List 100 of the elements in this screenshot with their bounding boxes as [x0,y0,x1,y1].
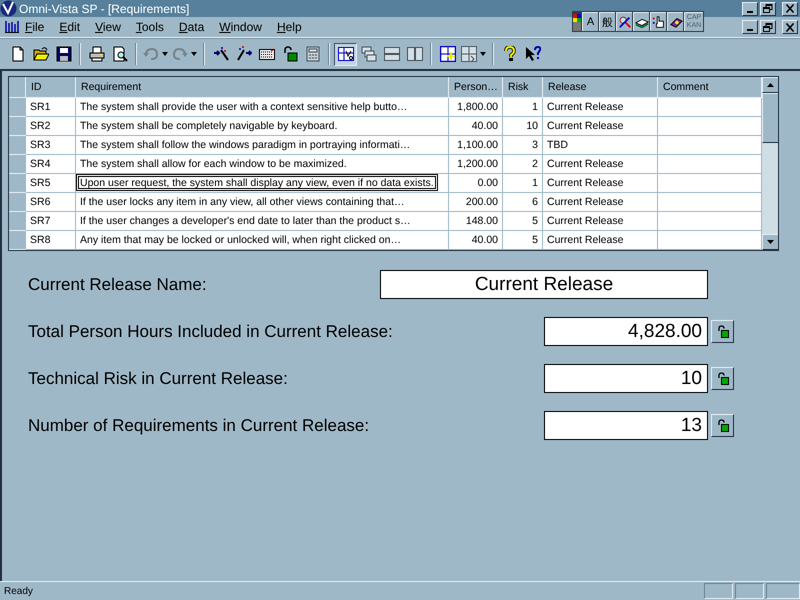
table-cell: Current Release [542,230,658,250]
number-field[interactable]: 13 [544,411,708,440]
restore-button[interactable] [760,20,776,34]
print-preview-icon [112,46,128,62]
table-cell: SR3 [26,136,76,154]
menu-item[interactable]: View [95,20,128,34]
number-field[interactable]: 4,828.00 [544,317,708,346]
column-header[interactable]: Release [542,77,658,98]
column-header[interactable]: ID [26,77,76,98]
number-field[interactable]: 10 [544,364,708,393]
close-button[interactable] [782,20,798,34]
field-label: Current Release Name: [28,274,208,294]
menu-item[interactable]: Window [219,20,269,34]
table-cell: 5 [502,230,542,250]
table-cell: The system shall allow for each window to be maximized. [76,154,448,174]
padlock-icon [716,372,728,385]
table-cell: The system shall provide the user with a context sensitive help butto… [76,98,448,116]
table-cell: If the user changes a developer's end date to later than the product s… [76,212,448,230]
ime-tool-button[interactable] [650,12,666,31]
table-cell: SR2 [26,116,76,136]
column-header[interactable]: Comment [658,77,762,98]
column-header[interactable]: Risk [502,77,542,98]
minimize-button[interactable] [742,20,758,34]
down-arrow-icon [767,240,774,244]
close-button[interactable] [782,2,798,16]
table-cell: If the user locks any item in any view, all other views containing that… [76,192,448,212]
table-cell: Current Release [542,212,658,230]
scroll-down-button[interactable] [762,234,778,250]
context-help-icon [524,46,540,62]
caret-icon [162,52,168,56]
magic-wand-icon [236,46,252,62]
table-cell: 1 [502,174,542,192]
ime-tool-button[interactable] [616,12,632,31]
column-header[interactable]: Person… [448,77,502,98]
minimize-icon [747,29,753,31]
table-cell: 40.00 [448,230,502,250]
field-label: Number of Requirements in Current Release: [28,416,370,436]
table-cell: The system shall be completely navigable by keyboard. [76,116,448,136]
text-field[interactable]: Current Release [380,270,708,299]
table-cell: TBD [542,136,658,154]
scrollbar-thumb[interactable] [762,93,778,143]
table-cell: Current Release [542,98,658,116]
menu-item[interactable]: Help [276,20,309,34]
undo-arrow-icon [143,46,159,62]
ime-mode-button[interactable]: A [582,12,598,31]
menu-item[interactable]: Data [178,20,212,34]
menu-item[interactable]: Edit [59,20,88,34]
window-title: Omni-Vista SP - [Requirements] [19,2,190,16]
caret-icon [191,52,197,56]
table-cell: SR7 [26,212,76,230]
table-cell: 6 [502,192,542,212]
scrollbar[interactable] [762,77,778,250]
add-grid-icon [440,46,456,62]
redo-arrow-icon [172,46,188,62]
edit-field[interactable]: Upon user request, the system shall display any view, even if no data exists. [76,174,438,191]
lock-button[interactable] [711,367,734,390]
table-cell: The system shall follow the windows paradigm in portraying informati… [76,136,448,154]
vertical-tiles-icon [406,46,422,62]
restore-button[interactable] [760,2,776,16]
table-cell: 200.00 [448,192,502,212]
cascade-windows-icon [360,46,376,62]
caret-icon [480,52,486,56]
status-panel [766,583,800,599]
hand-pointer-icon [652,15,666,29]
up-arrow-icon [767,83,774,87]
bar-chart-icon[interactable] [5,21,19,33]
table-cell: 2 [502,154,542,174]
menu-item[interactable]: Tools [136,20,171,34]
ime-tool-button[interactable] [667,12,683,31]
table-cell: 10 [502,116,542,136]
scroll-up-button[interactable] [762,77,778,93]
table-cell: 1 [502,98,542,116]
open-folder-icon [32,46,48,62]
lock-button[interactable] [711,320,734,343]
menu-item[interactable]: File [25,20,52,34]
padlock-icon [282,46,298,62]
book-icon [668,15,682,29]
grid-layout-icon [338,46,354,62]
table-cell: SR1 [26,98,76,116]
minimize-button[interactable] [742,2,758,16]
table-cell: 5 [502,212,542,230]
table-cell: Current Release [542,174,658,192]
keyboard-icon [258,46,274,62]
ime-tool-button[interactable] [633,12,649,31]
close-icon [785,22,795,32]
status-panel [704,583,733,599]
table-cell: 3 [502,136,542,154]
grid-icon [461,46,477,62]
toolbar-button[interactable] [334,42,357,66]
color-palette-icon[interactable] [573,12,581,31]
table-cell: SR6 [26,192,76,212]
lock-button[interactable] [711,414,734,437]
help-question-icon [502,46,518,62]
minimize-icon [747,10,753,12]
table-cell: 1,200.00 [448,154,502,174]
ime-mode-button[interactable]: 般 [599,12,615,31]
close-icon [785,4,795,13]
column-header[interactable]: Requirement [76,77,448,98]
table-cell: Current Release [542,154,658,174]
table-cell: 40.00 [448,116,502,136]
